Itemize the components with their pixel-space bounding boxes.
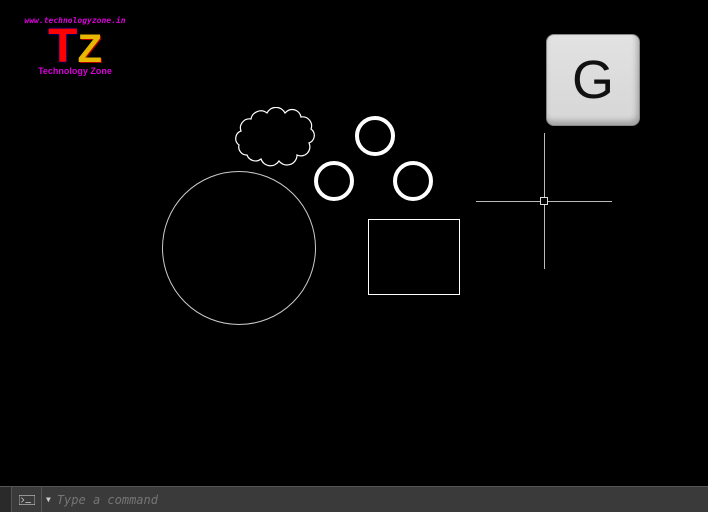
logo-letter-z: Z — [77, 31, 101, 67]
command-dropdown-arrow-icon[interactable]: ▼ — [42, 495, 55, 504]
command-input[interactable] — [55, 493, 708, 507]
command-bar-grip[interactable] — [0, 487, 12, 512]
drawn-rectangle[interactable] — [368, 219, 460, 295]
drawing-canvas[interactable]: www.technologyzone.in T Z Technology Zon… — [0, 0, 708, 486]
watermark-logo: www.technologyzone.in T Z Technology Zon… — [20, 16, 130, 76]
command-line-bar[interactable]: ▼ — [0, 486, 708, 512]
logo-tagline: Technology Zone — [20, 66, 130, 76]
pick-box — [540, 197, 548, 205]
drawn-donut-1[interactable] — [355, 116, 395, 156]
logo-letter-t: T — [48, 25, 77, 68]
keyboard-key-overlay: G — [546, 34, 640, 126]
key-label: G — [572, 49, 614, 111]
drawn-circle-large[interactable] — [162, 171, 316, 325]
command-prompt-icon[interactable] — [12, 487, 42, 512]
drawn-donut-3[interactable] — [393, 161, 433, 201]
drawn-revision-cloud[interactable] — [227, 107, 321, 169]
